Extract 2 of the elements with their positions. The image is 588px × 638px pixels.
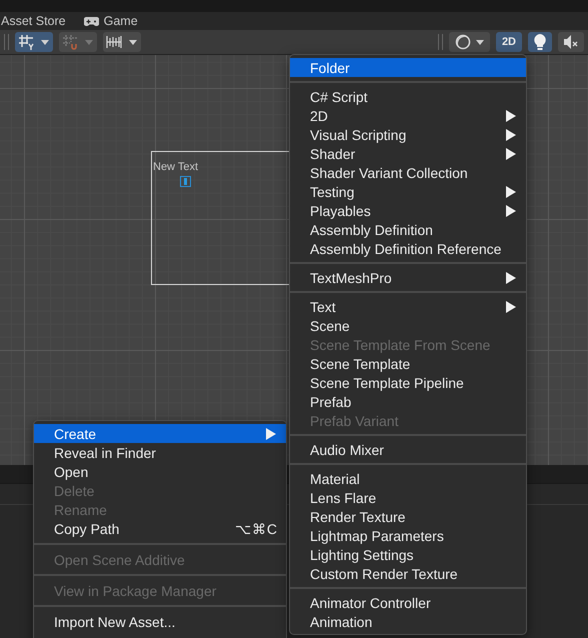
shortcut-label: ⌥⌘C bbox=[234, 520, 278, 536]
text-object-label: New Text bbox=[153, 161, 198, 173]
